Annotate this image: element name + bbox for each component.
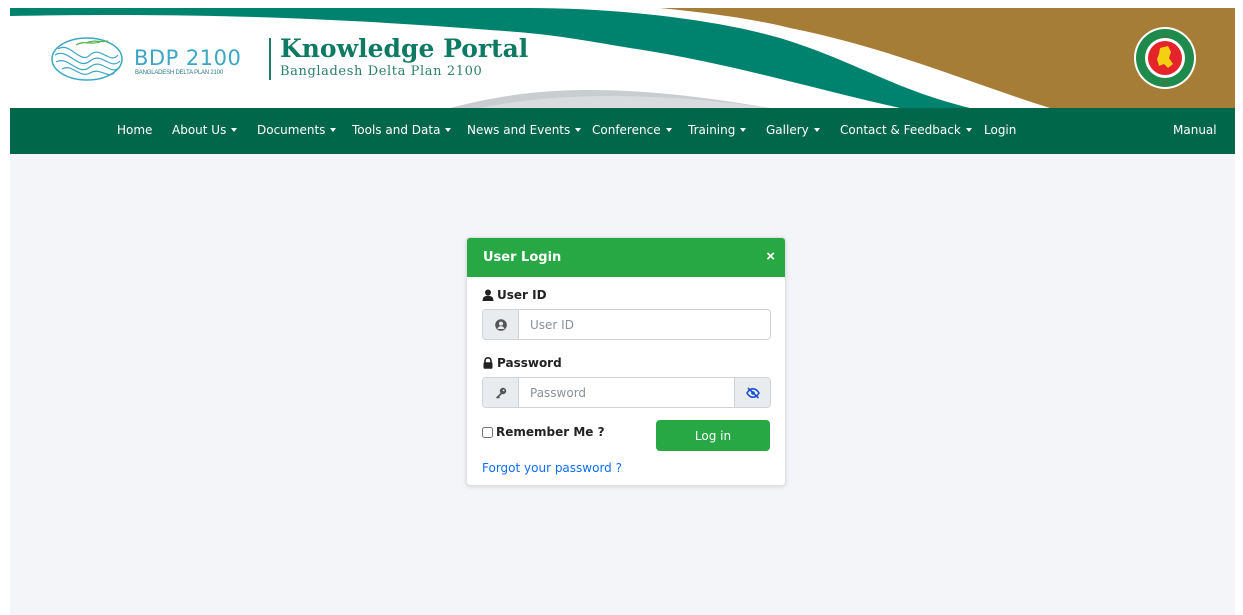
- userid-input-group: [482, 309, 771, 340]
- login-dialog: User Login × User ID User ID Password Re…: [466, 237, 786, 486]
- chevron-down-icon: [575, 128, 582, 132]
- header-banner: BDP 2100 BANGLADESH DELTA PLAN 2100 Know…: [10, 8, 1235, 108]
- nav-training[interactable]: Training: [688, 123, 747, 137]
- lock-icon: [483, 357, 493, 369]
- nav-manual[interactable]: Manual: [1173, 123, 1217, 137]
- svg-text:• • •: • • •: [1161, 34, 1169, 40]
- login-dialog-header: User Login ×: [467, 238, 785, 277]
- chevron-down-icon: [813, 128, 820, 132]
- userid-input[interactable]: [520, 310, 770, 339]
- password-addon: [483, 378, 519, 407]
- chevron-down-icon: [965, 128, 972, 132]
- password-label-text: Password: [497, 356, 562, 370]
- password-input[interactable]: [520, 378, 734, 407]
- forgot-password-link[interactable]: Forgot your password ?: [482, 461, 622, 475]
- userid-addon: [483, 310, 519, 339]
- nav-home[interactable]: Home: [117, 123, 152, 137]
- nav-conference[interactable]: Conference: [592, 123, 672, 137]
- nav-gallery[interactable]: Gallery: [766, 123, 820, 137]
- chevron-down-icon: [330, 128, 337, 132]
- userid-label-text: User ID: [497, 288, 547, 302]
- password-input-group: [482, 377, 771, 408]
- bdp-subtitle: BANGLADESH DELTA PLAN 2100: [135, 70, 223, 76]
- login-button[interactable]: Log in: [656, 420, 770, 451]
- chevron-down-icon: [665, 128, 672, 132]
- nav-tools-and-data[interactable]: Tools and Data: [352, 123, 452, 137]
- government-seal-icon: • • • • •: [1134, 27, 1196, 89]
- key-icon: [495, 387, 506, 399]
- title-divider: [269, 38, 271, 80]
- portal-title: Knowledge Portal: [280, 34, 529, 63]
- page: BDP 2100 BANGLADESH DELTA PLAN 2100 Know…: [10, 8, 1235, 615]
- nav-about-us[interactable]: About Us: [172, 123, 238, 137]
- eye-slash-icon: [745, 386, 760, 399]
- user-circle-icon: [494, 318, 507, 331]
- password-label: Password: [482, 356, 562, 370]
- userid-label: User ID: [482, 288, 547, 302]
- svg-text:• •: • •: [1163, 80, 1168, 86]
- remember-me[interactable]: Remember Me ?: [482, 425, 605, 439]
- chevron-down-icon: [740, 128, 747, 132]
- nav-contact-feedback[interactable]: Contact & Feedback: [840, 123, 972, 137]
- login-dialog-title: User Login: [483, 250, 562, 265]
- portal-subtitle: Bangladesh Delta Plan 2100: [280, 64, 483, 79]
- toggle-password-visibility-button[interactable]: [734, 378, 770, 407]
- bdp-title: BDP 2100: [134, 46, 242, 70]
- remember-me-checkbox[interactable]: [482, 426, 493, 438]
- main-navbar: Home About Us Documents Tools and Data N…: [10, 108, 1235, 154]
- remember-me-label: Remember Me ?: [496, 425, 605, 439]
- nav-documents[interactable]: Documents: [257, 123, 337, 137]
- nav-news-and-events[interactable]: News and Events: [467, 123, 582, 137]
- chevron-down-icon: [231, 128, 238, 132]
- user-icon: [482, 289, 494, 301]
- chevron-down-icon: [445, 128, 452, 132]
- nav-login[interactable]: Login: [984, 123, 1016, 137]
- close-button[interactable]: ×: [766, 249, 775, 264]
